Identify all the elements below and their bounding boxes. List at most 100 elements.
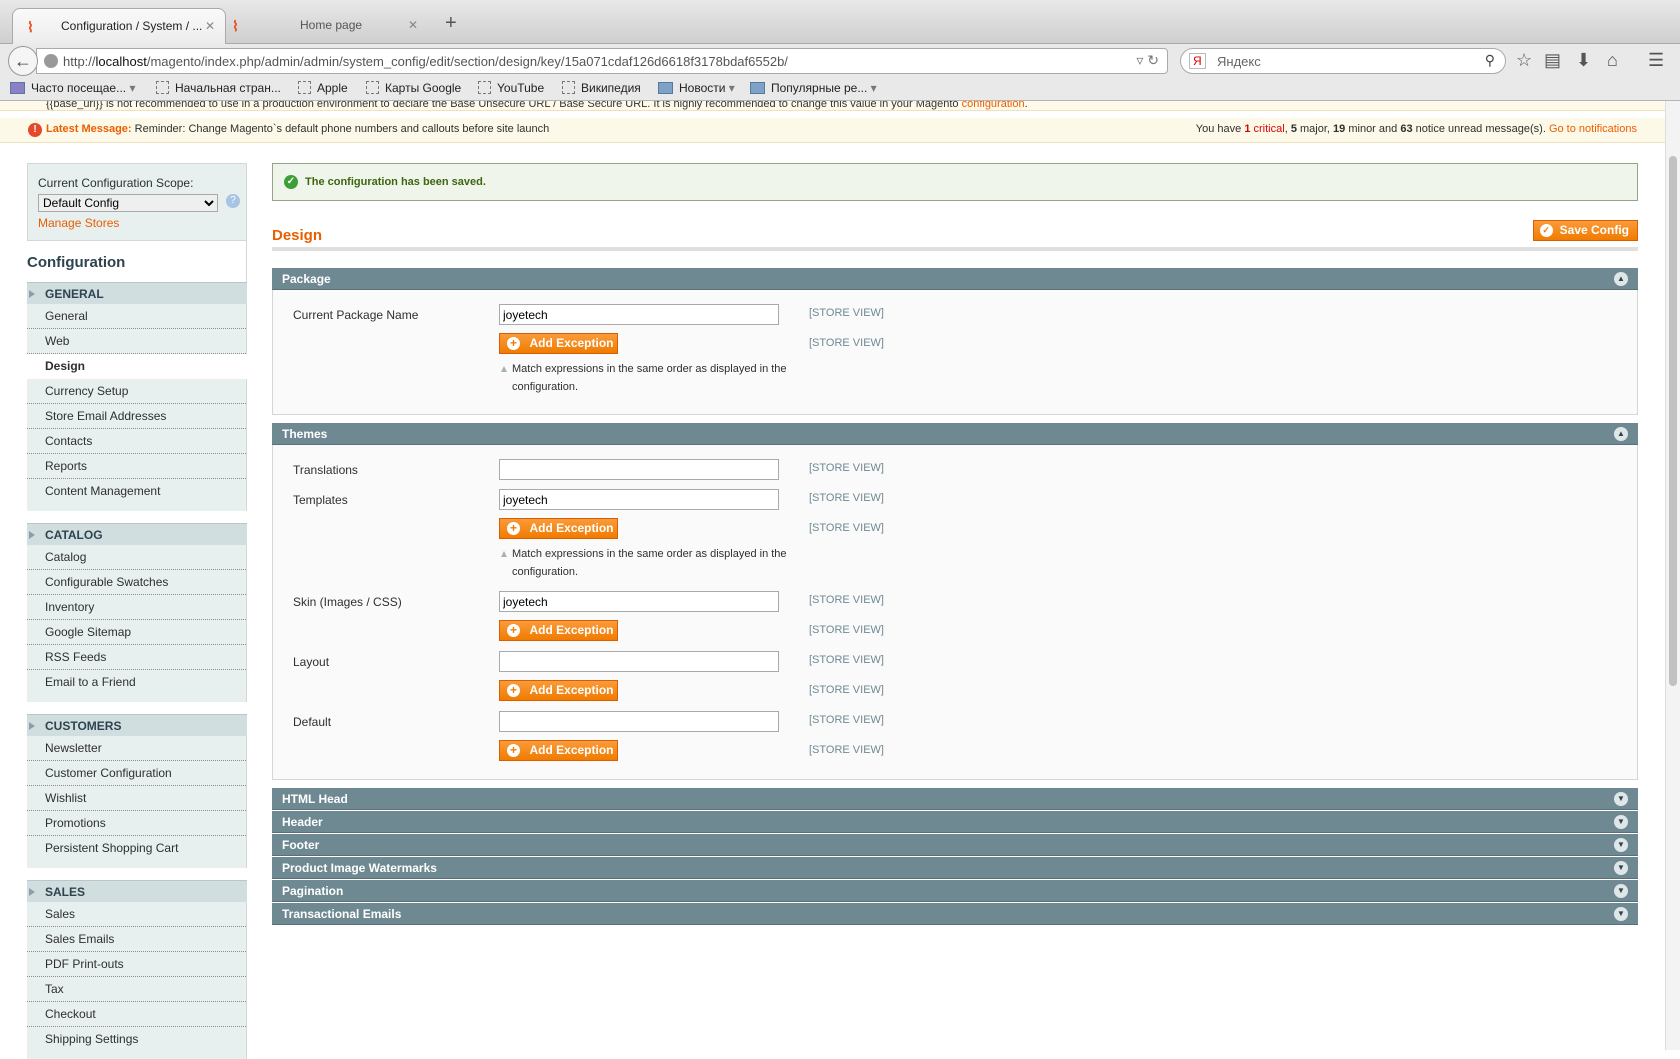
menu-icon[interactable]: ☰: [1648, 50, 1664, 71]
go-to-notifications-link[interactable]: Go to notifications: [1549, 123, 1637, 135]
new-tab-button[interactable]: +: [445, 12, 457, 35]
sidebar-item-content-management[interactable]: Content Management: [27, 479, 246, 509]
expand-icon[interactable]: ▼: [1614, 792, 1628, 806]
bookmark-item[interactable]: Википедия: [562, 81, 641, 95]
help-icon[interactable]: ?: [226, 194, 240, 208]
download-icon[interactable]: ⬇: [1576, 50, 1591, 71]
sidebar-group-items: Sales Sales Emails PDF Print-outs Tax Checko…: [27, 902, 247, 1059]
sidebar-item-general[interactable]: General: [27, 304, 246, 329]
add-exception-label: Add Exception: [529, 336, 614, 350]
url-path: /magento/index.php/admin/admin/system_co…: [146, 54, 788, 69]
section-header-package[interactable]: Package ▲: [272, 268, 1638, 290]
sidebar-item-customer-configuration[interactable]: Customer Configuration: [27, 761, 246, 786]
sidebar-item-currency-setup[interactable]: Currency Setup: [27, 379, 246, 404]
url-prefix: http://: [63, 54, 96, 69]
add-exception-button[interactable]: + Add Exception: [499, 620, 618, 641]
layout-input[interactable]: [499, 651, 779, 672]
tab-configuration[interactable]: ⌇ Configuration / System / ... ✕: [12, 8, 226, 44]
add-exception-button[interactable]: + Add Exception: [499, 740, 618, 761]
add-exception-button[interactable]: + Add Exception: [499, 518, 618, 539]
bookmark-item[interactable]: Карты Google: [366, 81, 461, 95]
exception-row: + Add Exception [STORE VIEW]: [273, 330, 1637, 360]
bookmark-item[interactable]: Новости ▾: [658, 81, 735, 95]
expand-icon[interactable]: ▼: [1614, 815, 1628, 829]
sidebar-item-inventory[interactable]: Inventory: [27, 595, 246, 620]
sidebar-item-promotions[interactable]: Promotions: [27, 811, 246, 836]
sidebar-item-wishlist[interactable]: Wishlist: [27, 786, 246, 811]
collapse-icon[interactable]: ▲: [1614, 427, 1628, 441]
sidebar-group-general[interactable]: GENERAL: [27, 282, 247, 304]
page-title: Design: [272, 227, 323, 244]
sidebar-item-design[interactable]: Design: [27, 354, 247, 379]
yandex-icon[interactable]: Я: [1189, 53, 1206, 69]
sidebar-item-newsletter[interactable]: Newsletter: [27, 736, 246, 761]
close-tab-icon[interactable]: ✕: [408, 18, 418, 32]
expand-icon[interactable]: ▼: [1614, 884, 1628, 898]
section-title: HTML Head: [282, 792, 348, 806]
expand-icon[interactable]: ▼: [1614, 861, 1628, 875]
sidebar-item-reports[interactable]: Reports: [27, 454, 246, 479]
sidebar-item-shipping-settings[interactable]: Shipping Settings: [27, 1027, 246, 1057]
section-header-html-head[interactable]: HTML Head ▼: [272, 788, 1638, 810]
current-package-name-input[interactable]: [499, 304, 779, 325]
sidebar-item-google-sitemap[interactable]: Google Sitemap: [27, 620, 246, 645]
sidebar-item-checkout[interactable]: Checkout: [27, 1002, 246, 1027]
section-title: Themes: [282, 427, 328, 441]
back-button[interactable]: ←: [8, 46, 38, 76]
save-config-button[interactable]: ✓ Save Config: [1532, 220, 1638, 241]
translations-input[interactable]: [499, 459, 779, 480]
sidebar-group-sales[interactable]: SALES: [27, 880, 247, 902]
scrollbar-thumb[interactable]: [1669, 156, 1677, 686]
sidebar-item-tax[interactable]: Tax: [27, 977, 246, 1002]
default-input[interactable]: [499, 711, 779, 732]
manage-stores-link[interactable]: Manage Stores: [38, 216, 236, 230]
sidebar-item-catalog[interactable]: Catalog: [27, 545, 246, 570]
section-header-footer[interactable]: Footer ▼: [272, 834, 1638, 856]
exception-row: + Add Exception [STORE VIEW]: [273, 677, 1637, 707]
scope-tag: [STORE VIEW]: [809, 684, 884, 696]
bookmarks-list-icon[interactable]: ▤: [1544, 50, 1561, 71]
expand-icon[interactable]: ▼: [1614, 907, 1628, 921]
section-header-transactional-emails[interactable]: Transactional Emails ▼: [272, 903, 1638, 925]
sidebar-group-customers[interactable]: CUSTOMERS: [27, 714, 247, 736]
skin-images-css-input[interactable]: [499, 591, 779, 612]
bookmark-item[interactable]: Начальная стран...: [156, 81, 281, 95]
sidebar-item-pdf-print-outs[interactable]: PDF Print-outs: [27, 952, 246, 977]
bookmark-star-icon[interactable]: ☆: [1516, 50, 1532, 71]
add-exception-button[interactable]: + Add Exception: [499, 333, 618, 354]
section-header-header[interactable]: Header ▼: [272, 811, 1638, 833]
sidebar-item-email-to-a-friend[interactable]: Email to a Friend: [27, 670, 246, 700]
close-tab-icon[interactable]: ✕: [205, 19, 215, 33]
sidebar-item-sales[interactable]: Sales: [27, 902, 246, 927]
scope-select[interactable]: Default Config: [38, 194, 218, 212]
home-icon[interactable]: ⌂: [1607, 50, 1618, 71]
sidebar-item-persistent-shopping-cart[interactable]: Persistent Shopping Cart: [27, 836, 246, 866]
reload-icon[interactable]: ▿ ↻: [1136, 52, 1159, 69]
section-header-product-image-watermarks[interactable]: Product Image Watermarks ▼: [272, 857, 1638, 879]
bookmark-item[interactable]: Популярные ре... ▾: [750, 81, 877, 95]
expand-icon[interactable]: ▼: [1614, 838, 1628, 852]
section-header-themes[interactable]: Themes ▲: [272, 423, 1638, 445]
bookmark-item[interactable]: Apple: [298, 81, 348, 95]
sidebar-item-sales-emails[interactable]: Sales Emails: [27, 927, 246, 952]
page-scrollbar[interactable]: [1665, 101, 1680, 1050]
address-bar[interactable]: http://localhost/magento/index.php/admin…: [36, 48, 1168, 74]
sidebar-item-store-email-addresses[interactable]: Store Email Addresses: [27, 404, 246, 429]
sidebar-item-rss-feeds[interactable]: RSS Feeds: [27, 645, 246, 670]
bookmark-item[interactable]: Часто посещае... ▾: [10, 81, 135, 95]
bookmark-item[interactable]: YouTube: [478, 81, 544, 95]
sidebar-item-web[interactable]: Web: [27, 329, 246, 354]
add-exception-button[interactable]: + Add Exception: [499, 680, 618, 701]
sidebar-item-configurable-swatches[interactable]: Configurable Swatches: [27, 570, 246, 595]
collapse-icon[interactable]: ▲: [1614, 272, 1628, 286]
section-header-pagination[interactable]: Pagination ▼: [272, 880, 1638, 902]
templates-input[interactable]: [499, 489, 779, 510]
tab-home-page[interactable]: ⌇ Home page ✕: [228, 8, 428, 44]
latest-message-bar: ! Latest Message: Reminder: Change Magen…: [0, 118, 1665, 143]
search-input[interactable]: Я Яндекс ⚲: [1180, 48, 1506, 74]
sidebar-item-contacts[interactable]: Contacts: [27, 429, 246, 454]
search-icon[interactable]: ⚲: [1485, 52, 1495, 69]
critical-label: critical: [1253, 123, 1285, 135]
configuration-link[interactable]: configuration: [962, 101, 1025, 110]
sidebar-group-catalog[interactable]: CATALOG: [27, 523, 247, 545]
